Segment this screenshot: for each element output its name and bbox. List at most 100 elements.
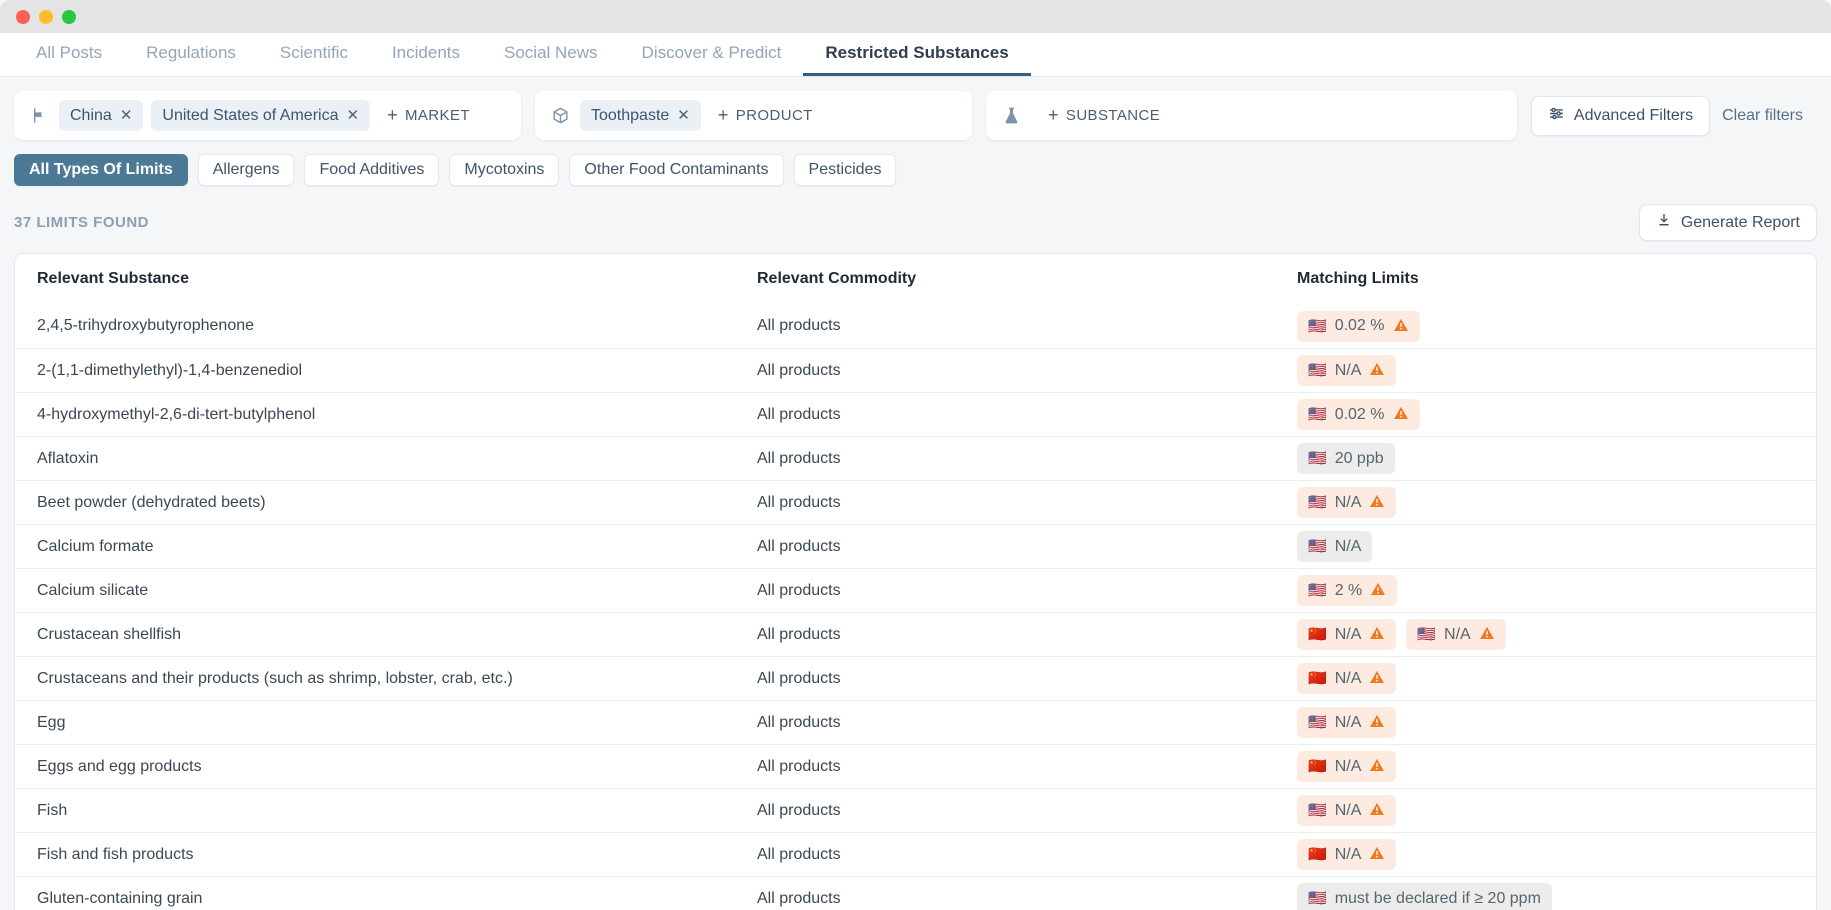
limit-badge[interactable]: 🇨🇳 N/A — [1297, 839, 1397, 870]
limit-type-filter-row: All Types Of Limits Allergens Food Additiv… — [0, 140, 1831, 186]
product-chip[interactable]: Toothpaste ✕ — [580, 100, 701, 131]
cell-substance: Calcium formate — [37, 537, 154, 555]
remove-chip-icon[interactable]: ✕ — [346, 108, 359, 123]
warning-triangle-icon — [1369, 361, 1385, 380]
tab-all-posts[interactable]: All Posts — [14, 33, 124, 76]
add-substance-button[interactable]: + SUBSTANCE — [1040, 105, 1168, 126]
results-meta-row: 37 LIMITS FOUND Generate Report — [0, 186, 1831, 253]
country-flag-icon: 🇺🇸 — [1308, 802, 1327, 819]
tab-regulations[interactable]: Regulations — [124, 33, 258, 76]
limit-badge[interactable]: 🇺🇸 N/A — [1297, 487, 1397, 518]
remove-chip-icon[interactable]: ✕ — [677, 108, 690, 123]
tab-label: All Posts — [36, 43, 103, 62]
market-chip[interactable]: United States of America ✕ — [151, 100, 371, 131]
cell-commodity: All products — [757, 845, 841, 863]
market-chip[interactable]: China ✕ — [59, 100, 144, 131]
tab-discover-predict[interactable]: Discover & Predict — [620, 33, 804, 76]
table-row[interactable]: 2,4,5-trihydroxybutyrophenone All product… — [15, 304, 1816, 348]
limit-type-pesticides[interactable]: Pesticides — [793, 154, 897, 186]
warning-triangle-icon — [1393, 405, 1409, 424]
advanced-filters-button[interactable]: Advanced Filters — [1530, 95, 1711, 136]
table-row[interactable]: Gluten-containing grain All products 🇺🇸 mus… — [15, 876, 1816, 910]
table-row[interactable]: Calcium silicate All products 🇺🇸 2 % — [15, 568, 1816, 612]
generate-report-button[interactable]: Generate Report — [1638, 204, 1817, 241]
remove-chip-icon[interactable]: ✕ — [120, 108, 133, 123]
limit-type-allergens[interactable]: Allergens — [197, 154, 295, 186]
table-row[interactable]: Fish All products 🇺🇸 N/A — [15, 788, 1816, 832]
tab-scientific[interactable]: Scientific — [258, 33, 370, 76]
cell-commodity: All products — [757, 669, 841, 687]
country-flag-icon: 🇨🇳 — [1308, 670, 1327, 687]
market-chip-label: China — [70, 106, 112, 124]
cell-matching-limits: 🇨🇳 N/A — [1297, 663, 1794, 694]
limit-value: N/A — [1334, 493, 1362, 511]
limit-badge[interactable]: 🇺🇸 must be declared if ≥ 20 ppm — [1297, 883, 1552, 910]
limit-badge[interactable]: 🇺🇸 N/A — [1297, 355, 1397, 386]
limit-type-food-additives[interactable]: Food Additives — [304, 154, 440, 186]
limit-value: 0.02 % — [1334, 405, 1385, 423]
substance-filter-box[interactable]: + SUBSTANCE — [986, 91, 1517, 140]
table-row[interactable]: Fish and fish products All products 🇨🇳 N/A — [15, 832, 1816, 876]
table-row[interactable]: Calcium formate All products 🇺🇸 N/A — [15, 524, 1816, 568]
limit-badge[interactable]: 🇨🇳 N/A — [1297, 751, 1397, 782]
limit-badge[interactable]: 🇺🇸 20 ppb — [1297, 443, 1395, 474]
limit-type-all-types-of-limits[interactable]: All Types Of Limits — [14, 154, 188, 186]
country-flag-icon: 🇺🇸 — [1308, 714, 1327, 731]
limit-badge[interactable]: 🇨🇳 N/A — [1297, 663, 1397, 694]
warning-triangle-icon — [1369, 801, 1385, 820]
cell-substance: Gluten-containing grain — [37, 889, 203, 907]
window-close-button[interactable] — [16, 9, 30, 24]
table-row[interactable]: Beet powder (dehydrated beets) All produc… — [15, 480, 1816, 524]
limits-found-count: 37 LIMITS FOUND — [14, 214, 150, 231]
table-row[interactable]: Eggs and egg products All products 🇨🇳 N/A — [15, 744, 1816, 788]
warning-triangle-icon — [1369, 757, 1385, 776]
table-row[interactable]: Crustaceans and their products (such as … — [15, 656, 1816, 700]
advanced-filters-label: Advanced Filters — [1573, 106, 1694, 124]
cell-substance: Aflatoxin — [37, 449, 99, 467]
tab-restricted-substances[interactable]: Restricted Substances — [803, 33, 1031, 76]
country-flag-icon: 🇨🇳 — [1308, 626, 1327, 643]
limit-badge[interactable]: 🇺🇸 N/A — [1297, 531, 1373, 562]
market-filter-box[interactable]: China ✕ United States of America ✕ + MARKET — [14, 91, 521, 140]
limit-type-label: Allergens — [212, 161, 280, 178]
clear-filters-link[interactable]: Clear filters — [1722, 107, 1817, 125]
limit-value: N/A — [1334, 757, 1362, 775]
add-market-button[interactable]: + MARKET — [379, 105, 478, 126]
warning-triangle-icon — [1479, 625, 1495, 644]
limit-value: N/A — [1334, 537, 1362, 555]
table-row[interactable]: 4-hydroxymethyl-2,6-di-tert-butylphenol A… — [15, 392, 1816, 436]
limit-badge[interactable]: 🇺🇸 2 % — [1297, 575, 1398, 606]
limit-badge[interactable]: 🇺🇸 N/A — [1406, 619, 1506, 650]
country-flag-icon: 🇨🇳 — [1308, 758, 1327, 775]
cell-matching-limits: 🇨🇳 N/A — [1297, 751, 1794, 782]
cell-commodity: All products — [757, 449, 841, 467]
country-flag-icon: 🇺🇸 — [1308, 406, 1327, 423]
table-row[interactable]: Egg All products 🇺🇸 N/A — [15, 700, 1816, 744]
add-product-button[interactable]: + PRODUCT — [710, 105, 821, 126]
limit-badge[interactable]: 🇺🇸 N/A — [1297, 707, 1397, 738]
cell-substance: Eggs and egg products — [37, 757, 202, 775]
advanced-filter-group: Advanced Filters Clear filters — [1530, 95, 1817, 136]
table-row[interactable]: Aflatoxin All products 🇺🇸 20 ppb — [15, 436, 1816, 480]
product-chip-list: Toothpaste ✕ — [580, 100, 701, 131]
warning-triangle-icon — [1370, 581, 1386, 600]
country-flag-icon: 🇺🇸 — [1308, 890, 1327, 907]
column-header-commodity: Relevant Commodity — [757, 270, 917, 287]
table-row[interactable]: Crustacean shellfish All products 🇨🇳 N/A 🇺🇸 N… — [15, 612, 1816, 656]
window-minimize-button[interactable] — [39, 9, 53, 24]
window-zoom-button[interactable] — [62, 9, 76, 24]
limit-badge[interactable]: 🇺🇸 N/A — [1297, 795, 1397, 826]
product-filter-box[interactable]: Toothpaste ✕ + PRODUCT — [535, 91, 972, 140]
tab-label: Incidents — [391, 43, 460, 62]
table-row[interactable]: 2-(1,1-dimethylethyl)-1,4-benzenediol All… — [15, 348, 1816, 392]
tab-social-news[interactable]: Social News — [482, 33, 620, 76]
limit-badge[interactable]: 🇨🇳 N/A — [1297, 619, 1397, 650]
limit-badge[interactable]: 🇺🇸 0.02 % — [1297, 310, 1420, 342]
limit-value: N/A — [1334, 625, 1362, 643]
limit-type-other-food-contaminants[interactable]: Other Food Contaminants — [569, 154, 784, 186]
download-icon — [1656, 212, 1672, 233]
limit-badge[interactable]: 🇺🇸 0.02 % — [1297, 399, 1420, 430]
tab-incidents[interactable]: Incidents — [370, 33, 482, 76]
limit-type-mycotoxins[interactable]: Mycotoxins — [449, 154, 560, 186]
cell-commodity: All products — [757, 581, 841, 599]
